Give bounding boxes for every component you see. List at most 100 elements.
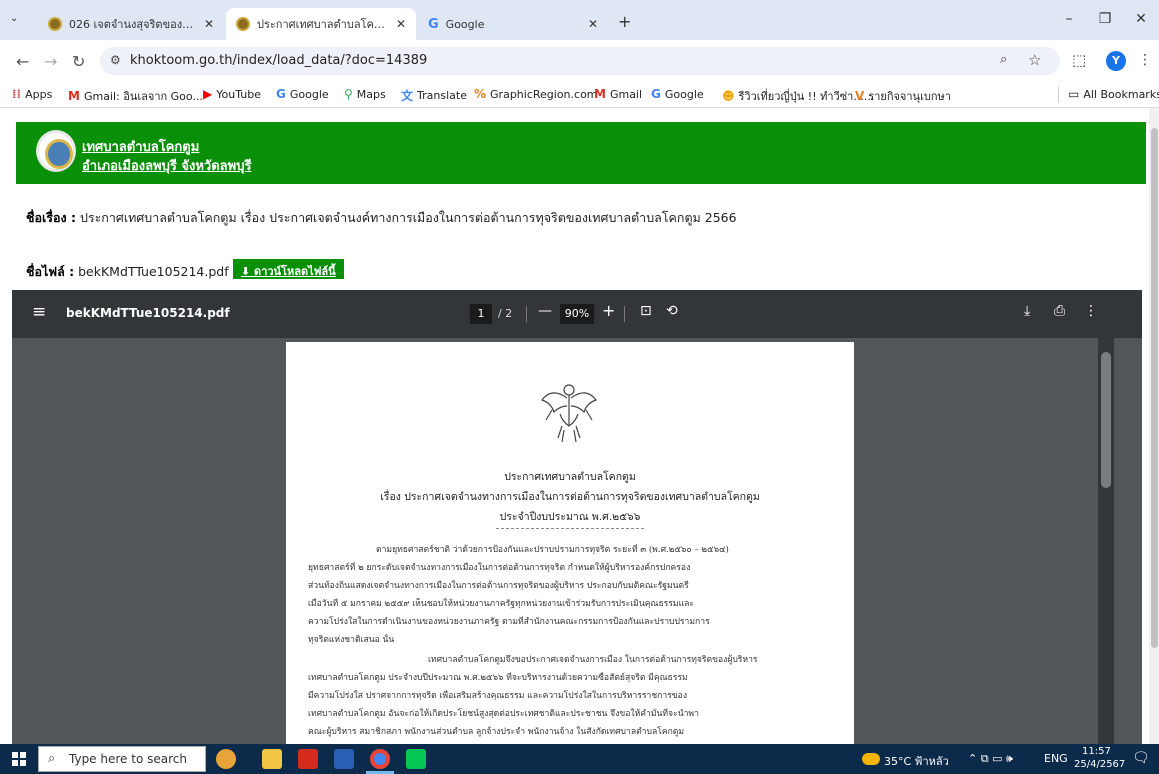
forward-button[interactable]: →: [44, 52, 57, 72]
municipality-logo: [36, 130, 76, 172]
file-explorer-icon[interactable]: [262, 749, 282, 769]
rotate-icon[interactable]: ⟲: [666, 303, 678, 319]
acrobat-icon[interactable]: [298, 749, 318, 769]
bookmark-label: รีวิวเที่ยวญี่ปุ่น !! ทำวีซ่า......: [738, 90, 875, 103]
bookmark-star-icon[interactable]: ☆: [1028, 51, 1041, 69]
doc-line: เมื่อวันที่ ๕ มกราคม ๒๕๕๙ เห็นชอบให้หน่ว…: [308, 599, 695, 609]
toolbar-separator: [526, 306, 527, 322]
weather-text[interactable]: 35°C ฟ้าหลัว: [884, 752, 949, 770]
doc-line: ความโปร่งใสในการดำเนินงานของหน่วยงานภาคร…: [308, 617, 710, 627]
site-info-icon[interactable]: ⚙: [110, 53, 121, 67]
word-icon[interactable]: [334, 749, 354, 769]
tray-icons[interactable]: ⌃ ⧉ ▭ 🕪: [968, 752, 1013, 766]
print-icon[interactable]: ⎙: [1054, 303, 1065, 319]
org-name-link[interactable]: เทศบาลตำบลโคกตูม: [82, 136, 199, 157]
page-scrollbar-thumb[interactable]: [1151, 128, 1158, 648]
doc-line: ส่วนท้องถิ่นแสดงเจตจำนงทางการเมืองในการต…: [308, 581, 689, 591]
back-button[interactable]: ←: [16, 52, 29, 72]
pdf-scrollbar-thumb[interactable]: [1101, 352, 1111, 488]
close-icon[interactable]: ✕: [204, 17, 214, 31]
bookmark-graphicregion[interactable]: % GraphicRegion.com: [474, 87, 598, 101]
smiley-icon: ☻: [722, 89, 735, 103]
bookmark-translate[interactable]: 文 Translate: [401, 87, 467, 104]
bookmark-gazette[interactable]: V รายกิจจานุเบกษา: [855, 87, 951, 105]
taskbar-search[interactable]: Type here to search: [38, 746, 206, 772]
doc-line: ยุทธศาสตร์ที่ ๒ ยกระดับเจตจำนงทางการเมือ…: [308, 563, 691, 573]
more-options-icon[interactable]: ⋮: [1084, 303, 1098, 319]
windows-start-icon[interactable]: [12, 752, 26, 766]
zoom-out-button[interactable]: —: [538, 303, 552, 319]
bookmark-label: Apps: [25, 87, 53, 101]
profile-initial: Y: [1112, 54, 1120, 67]
district-link[interactable]: อำเภอเมืองลพบุรี จังหวัดลพบุรี: [82, 155, 251, 176]
zoom-icon[interactable]: ⌕: [1000, 52, 1007, 67]
zoom-in-button[interactable]: +: [602, 301, 615, 320]
line-icon[interactable]: [406, 749, 426, 769]
close-icon[interactable]: ✕: [396, 17, 406, 31]
tab-1[interactable]: 026 เจตจำนงสุจริตของผู้บริหาร ✕: [38, 8, 224, 40]
bookmark-apps[interactable]: ⁞⁞ Apps: [12, 87, 52, 101]
bookmark-gmail[interactable]: M Gmail: อินเลจาก Goo...: [68, 87, 203, 105]
tab-title: Google: [445, 17, 485, 31]
doc-line: คณะผู้บริหาร สมาชิกสภา พนักงานส่วนตำบล ล…: [308, 727, 685, 737]
restore-button[interactable]: ❐: [1090, 6, 1120, 32]
filename-text: bekKMdTTue105214.pdf: [78, 264, 229, 279]
youtube-icon: ▶: [203, 87, 213, 101]
all-bookmarks-label: All Bookmarks: [1083, 87, 1159, 101]
pdf-menu-icon[interactable]: ≡: [32, 302, 46, 322]
site-emblem-icon: [236, 17, 250, 31]
minimize-button[interactable]: –: [1054, 6, 1084, 32]
download-file-button[interactable]: ⬇ ดาวน์โหลดไฟล์นี้: [233, 259, 344, 279]
sports-widget-icon[interactable]: [216, 749, 236, 769]
bookmark-label: YouTube: [216, 87, 261, 101]
zoom-input[interactable]: 90%: [560, 304, 594, 324]
fit-page-icon[interactable]: ⊡: [640, 303, 652, 319]
pdf-page: ประกาศเทศบาลตำบลโคกตูม เรื่อง ประกาศเจตจ…: [286, 342, 854, 744]
tab-title: 026 เจตจำนงสุจริตของผู้บริหาร: [69, 18, 198, 31]
bookmark-youtube[interactable]: ▶ YouTube: [203, 87, 261, 101]
bookmark-maps[interactable]: ⚲ Maps: [344, 87, 386, 101]
subject-row: ชื่อเรื่อง : ประกาศเทศบาลตำบลโคกตูม เรื่…: [26, 208, 737, 228]
language-indicator[interactable]: ENG: [1044, 752, 1068, 765]
url-text[interactable]: khoktoom.go.th/index/load_data/?doc=1438…: [130, 53, 427, 68]
bookmark-label: Maps: [356, 87, 386, 101]
bookmark-label: Gmail: [609, 87, 643, 101]
bookmark-gmail-2[interactable]: M Gmail: [594, 87, 642, 101]
clock-date[interactable]: 25/4/2567: [1074, 759, 1125, 770]
new-tab-button[interactable]: +: [618, 12, 631, 31]
page-number-input[interactable]: 1: [470, 304, 492, 324]
doc-divider: [496, 528, 644, 529]
weather-icon: [862, 753, 880, 765]
tab-search-button[interactable]: ⌄: [10, 13, 18, 24]
gmail-icon: M: [594, 87, 606, 101]
toolbar-separator: [624, 306, 625, 322]
reload-button[interactable]: ↻: [72, 52, 85, 72]
graphicregion-icon: %: [474, 87, 487, 101]
download-icon[interactable]: ⤓: [1024, 303, 1030, 319]
notifications-icon[interactable]: 🗨: [1132, 750, 1150, 766]
site-emblem-icon: [48, 17, 62, 31]
extensions-icon[interactable]: ⬚: [1072, 51, 1086, 69]
bookmark-google[interactable]: G Google: [276, 87, 329, 101]
bookmark-label: Gmail: อินเลจาก Goo...: [83, 90, 203, 103]
site-banner: เทศบาลตำบลโคกตูม อำเภอเมืองลพบุรี จังหวั…: [16, 122, 1146, 184]
chrome-icon[interactable]: [370, 749, 390, 769]
close-icon[interactable]: ✕: [588, 17, 598, 31]
doc-fiscal-year: ประจำปีงบประมาณ พ.ศ.๒๕๖๖: [499, 511, 641, 523]
clock-time[interactable]: 11:57: [1082, 746, 1111, 757]
close-window-button[interactable]: ✕: [1126, 6, 1156, 32]
subject-text: ประกาศเทศบาลตำบลโคกตูม เรื่อง ประกาศเจตจ…: [79, 210, 737, 225]
profile-avatar[interactable]: Y: [1106, 51, 1126, 71]
apps-grid-icon: ⁞⁞: [12, 87, 22, 101]
maps-pin-icon: ⚲: [344, 87, 353, 101]
bookmark-japan-review[interactable]: ☻ รีวิวเที่ยวญี่ปุ่น !! ทำวีซ่า......: [722, 87, 874, 105]
doc-line: มีความโปร่งใส ปราศจากการทุจริต เพื่อเสริ…: [308, 691, 688, 701]
bookmark-label: GraphicRegion.com: [490, 87, 598, 101]
menu-icon[interactable]: ⋮: [1138, 52, 1152, 68]
tab-3[interactable]: G Google ✕: [418, 8, 608, 40]
tab-2[interactable]: ประกาศเทศบาลตำบลโคกตูม เรื่อง ประ ✕: [226, 8, 416, 40]
google-icon: G: [651, 87, 661, 101]
bookmark-google-2[interactable]: G Google: [651, 87, 704, 101]
all-bookmarks-button[interactable]: ▭ All Bookmarks: [1068, 87, 1159, 101]
bookmark-label: รายกิจจานุเบกษา: [868, 90, 951, 103]
